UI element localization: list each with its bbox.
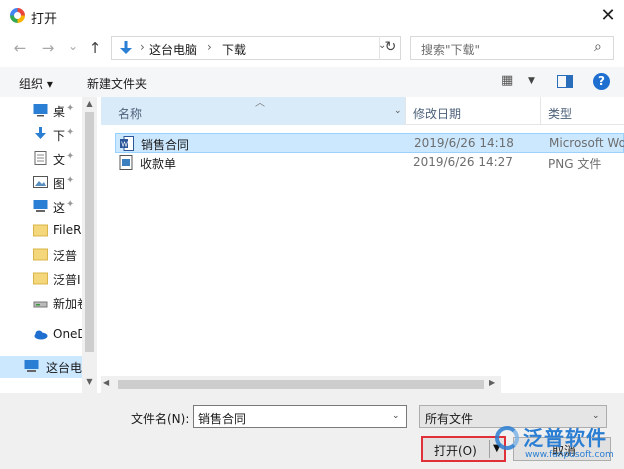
breadcrumb-separator: › (140, 40, 145, 54)
picture-icon (33, 176, 48, 188)
search-input[interactable]: 搜索"下载" (421, 41, 480, 58)
search-icon[interactable]: ⌕ (594, 39, 602, 55)
window-title: 打开 (31, 12, 58, 27)
nav-scrollbar[interactable]: ▲ ▼ (82, 97, 97, 393)
column-divider[interactable] (405, 97, 406, 125)
computer-icon (24, 360, 39, 372)
onedrive-icon (34, 330, 48, 340)
column-headers: ︿ 名称 ⌄ 修改日期 类型 (101, 97, 624, 125)
open-button[interactable]: 打开(O) ▼ (421, 436, 506, 462)
word-document-icon: W (120, 136, 134, 151)
image-file-icon (119, 155, 133, 170)
address-bar[interactable]: › 这台电脑 › 下载 ⌄ (111, 36, 401, 60)
title-bar: 打开 ✕ (0, 0, 624, 32)
filename-field[interactable]: 销售合同 ⌄ (193, 405, 407, 428)
scroll-left-icon[interactable]: ◀ (103, 378, 109, 387)
svg-text:W: W (121, 142, 128, 149)
file-row[interactable]: W 销售合同 2019/6/26 14:18 Microsoft Wo (115, 133, 624, 153)
pin-icon: ✦ (66, 151, 75, 162)
file-name: 销售合同 (141, 138, 190, 152)
back-button[interactable]: ← (10, 38, 30, 58)
app-icon (10, 8, 25, 23)
watermark-url: www.fanpusoft.com (525, 450, 614, 460)
file-type: Microsoft Wo (549, 136, 624, 150)
search-box[interactable]: 搜索"下载" ⌕ (410, 36, 614, 60)
new-folder-button[interactable]: 新建文件夹 (87, 75, 147, 92)
download-folder-icon (120, 41, 132, 54)
file-list: ︿ 名称 ⌄ 修改日期 类型 W 销售合同 2019/6/26 14:18 Mi… (101, 97, 624, 393)
chevron-down-icon[interactable]: ▼ (528, 76, 535, 86)
column-date-label[interactable]: 修改日期 (413, 105, 461, 122)
chevron-down-icon[interactable]: ⌄ (394, 106, 402, 116)
folder-icon (33, 272, 48, 285)
scroll-down-icon[interactable]: ▼ (82, 377, 97, 386)
filename-label: 文件名(N): (131, 412, 190, 426)
computer-icon (33, 200, 48, 212)
file-date: 2019/6/26 14:18 (414, 136, 514, 150)
scrollbar-thumb[interactable] (85, 112, 94, 352)
breadcrumb-downloads[interactable]: 下载 (222, 41, 246, 58)
scrollbar-thumb[interactable] (118, 380, 484, 389)
organize-button[interactable]: 组织 ▾ (19, 75, 53, 92)
scroll-right-icon[interactable]: ▶ (489, 378, 495, 387)
pin-icon: ✦ (66, 175, 75, 186)
forward-button[interactable]: → (38, 38, 58, 58)
close-button[interactable]: ✕ (594, 2, 622, 30)
document-icon (34, 151, 47, 165)
file-type-value[interactable]: 所有文件 (425, 410, 473, 427)
split-divider (489, 440, 490, 458)
sort-ascending-icon: ︿ (255, 98, 265, 109)
file-type: PNG 文件 (548, 157, 602, 171)
horizontal-scrollbar[interactable]: ◀ ▶ (101, 376, 501, 393)
column-name-label[interactable]: 名称 (118, 105, 142, 122)
help-icon[interactable]: ? (593, 73, 610, 90)
watermark-text: 泛普软件 (523, 426, 607, 450)
drive-icon (33, 301, 48, 308)
open-button-label[interactable]: 打开(O) (434, 442, 477, 459)
refresh-button[interactable]: ↻ (379, 36, 401, 60)
desktop-icon (33, 104, 48, 117)
pin-icon: ✦ (66, 199, 75, 210)
filename-value[interactable]: 销售合同 (198, 410, 246, 427)
watermark-logo-icon (495, 426, 519, 450)
view-options-icon[interactable]: ▦ (501, 73, 513, 88)
up-button[interactable]: ↑ (85, 38, 105, 58)
file-name: 收款单 (140, 157, 177, 171)
folder-icon (33, 248, 48, 261)
column-name[interactable] (101, 97, 405, 125)
breadcrumb-this-pc[interactable]: 这台电脑 (149, 41, 197, 58)
chevron-down-icon[interactable]: ⌄ (392, 411, 400, 421)
watermark: 泛普软件 www.fanpusoft.com (495, 420, 624, 468)
column-divider[interactable] (540, 97, 541, 125)
preview-pane-icon[interactable] (557, 75, 573, 88)
breadcrumb-separator: › (207, 40, 212, 54)
file-date: 2019/6/26 14:27 (413, 155, 513, 169)
pin-icon: ✦ (66, 127, 75, 138)
file-row[interactable]: 收款单 2019/6/26 14:27 PNG 文件 (115, 153, 624, 173)
pin-icon: ✦ (66, 103, 75, 114)
column-type-label[interactable]: 类型 (548, 105, 572, 122)
folder-icon (33, 224, 48, 237)
scroll-up-icon[interactable]: ▲ (82, 99, 97, 108)
download-arrow-icon (35, 127, 46, 139)
recent-locations-button[interactable]: ⌄ (63, 36, 83, 56)
nav-item-this-pc[interactable]: 这台电 (0, 356, 82, 378)
